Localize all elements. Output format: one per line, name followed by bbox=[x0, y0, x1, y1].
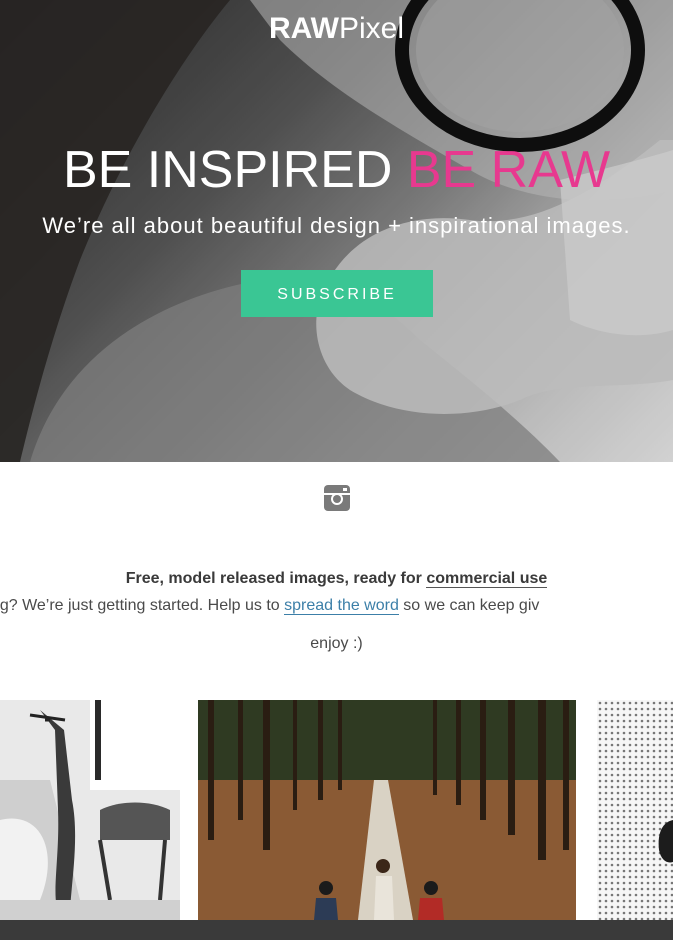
info-headline: Free, model released images, ready for c… bbox=[0, 569, 673, 589]
instagram-icon[interactable] bbox=[324, 485, 350, 511]
saxophone-photo bbox=[0, 700, 180, 920]
info-body-suffix: so we can keep giv bbox=[398, 597, 540, 614]
info-enjoy: enjoy :) bbox=[310, 635, 363, 652]
hero-headline: BE INSPIRED BE RAW bbox=[0, 140, 673, 200]
footer-bar bbox=[0, 920, 673, 940]
forest-path-photo bbox=[198, 700, 576, 920]
email-page: RAWPixel BE INSPIRED BE RAW We’re all ab… bbox=[0, 0, 673, 940]
info-body: t we’re doing? We’re just getting starte… bbox=[0, 596, 673, 616]
logo-light-text: Pixel bbox=[338, 12, 405, 45]
commercial-use-link[interactable]: commercial use bbox=[426, 570, 548, 588]
headline-white-text: BE INSPIRED bbox=[62, 141, 407, 199]
subscribe-button[interactable]: SUBSCRIBE bbox=[241, 270, 433, 317]
hero-tagline: We’re all about beautiful design + inspi… bbox=[42, 213, 631, 238]
gallery-image-forest[interactable] bbox=[198, 700, 576, 920]
headline-pink-text: BE RAW bbox=[406, 141, 611, 199]
logo-bold-text: RAW bbox=[268, 12, 339, 45]
info-headline-text: Free, model released images, ready for bbox=[125, 570, 427, 587]
gallery-image-saxophone[interactable] bbox=[0, 700, 180, 920]
gallery-image-halftone[interactable] bbox=[597, 700, 673, 920]
halftone-photo bbox=[597, 700, 673, 920]
info-body-prefix: t we’re doing? We’re just getting starte… bbox=[0, 597, 280, 614]
spread-the-word-link[interactable]: spread the word bbox=[284, 597, 399, 615]
hero-banner: RAWPixel BE INSPIRED BE RAW We’re all ab… bbox=[0, 0, 673, 462]
brand-logo[interactable]: RAWPixel bbox=[0, 12, 673, 46]
